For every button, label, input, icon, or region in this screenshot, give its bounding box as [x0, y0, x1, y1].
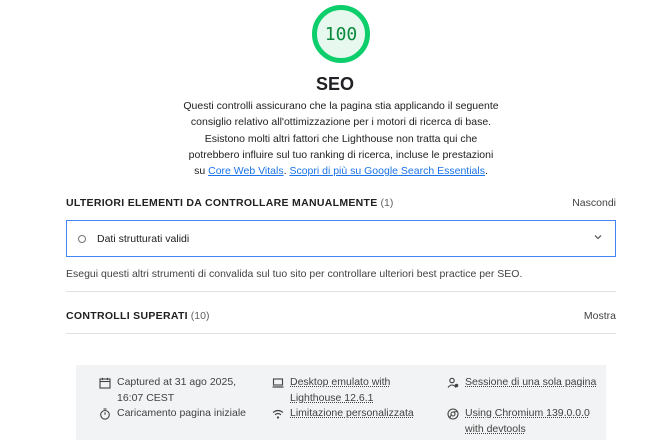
score-gauge: 100: [312, 5, 370, 63]
description-end: .: [484, 165, 488, 178]
manual-audit-circle-icon: [78, 234, 86, 243]
footer-throttling: Limitazione personalizzata: [271, 406, 441, 422]
passed-checks-title-wrap: CONTROLLI SUPERATI (10): [66, 310, 209, 322]
throttling-text[interactable]: Limitazione personalizzata: [290, 406, 414, 422]
core-web-vitals-link[interactable]: Core Web Vitals: [208, 165, 283, 177]
manual-checks-title-wrap: ULTERIORI ELEMENTI DA CONTROLLARE MANUAL…: [66, 197, 393, 209]
section-divider: [66, 291, 616, 292]
user-session-icon: [446, 376, 459, 389]
manual-checks-header: ULTERIORI ELEMENTI DA CONTROLLARE MANUAL…: [66, 194, 616, 212]
footer-session: Sessione di una sola pagina: [446, 375, 601, 391]
search-essentials-link[interactable]: Scopri di più su Google Search Essential…: [289, 165, 485, 177]
calendar-icon: [98, 376, 111, 389]
wifi-icon: [271, 407, 284, 420]
captured-text: Captured at 31 ago 2025, 16:07 CEST: [117, 376, 237, 404]
timer-icon: [98, 407, 111, 420]
score-value: 100: [324, 23, 358, 45]
manual-checks-note: Esegui questi altri strumenti di convali…: [66, 268, 523, 280]
chromium-icon: [446, 407, 459, 420]
category-description: Questi controlli assicurano che la pagin…: [183, 98, 499, 179]
session-text[interactable]: Sessione di una sola pagina: [465, 375, 596, 391]
category-title: SEO: [315, 74, 354, 94]
section-divider: [66, 333, 616, 334]
footer-device: Desktop emulato with Lighthouse 12.6.1: [271, 375, 426, 406]
show-toggle[interactable]: Mostra: [584, 310, 616, 322]
laptop-icon: [271, 376, 284, 389]
footer-load: Caricamento pagina iniziale: [98, 406, 268, 422]
manual-checks-title: ULTERIORI ELEMENTI DA CONTROLLARE MANUAL…: [66, 197, 378, 209]
manual-checks-count: (1): [380, 197, 394, 209]
footer-captured: Captured at 31 ago 2025, 16:07 CEST: [98, 375, 258, 406]
runtime-settings-footer: Captured at 31 ago 2025, 16:07 CEST Cari…: [76, 365, 606, 440]
passed-checks-count: (10): [190, 310, 210, 322]
passed-checks-title: CONTROLLI SUPERATI: [66, 310, 188, 322]
passed-checks-header: CONTROLLI SUPERATI (10) Mostra: [66, 307, 616, 325]
footer-browser: Using Chromium 139.0.0.0 with devtools: [446, 406, 601, 437]
browser-text[interactable]: Using Chromium 139.0.0.0 with devtools: [465, 406, 601, 437]
chevron-down-icon: [593, 232, 603, 245]
audit-structured-data[interactable]: Dati strutturati validi: [66, 220, 616, 257]
load-text: Caricamento pagina iniziale: [117, 407, 246, 419]
hide-toggle[interactable]: Nascondi: [572, 197, 616, 209]
audit-label: Dati strutturati validi: [97, 232, 190, 245]
device-text[interactable]: Desktop emulato with Lighthouse 12.6.1: [290, 375, 426, 406]
